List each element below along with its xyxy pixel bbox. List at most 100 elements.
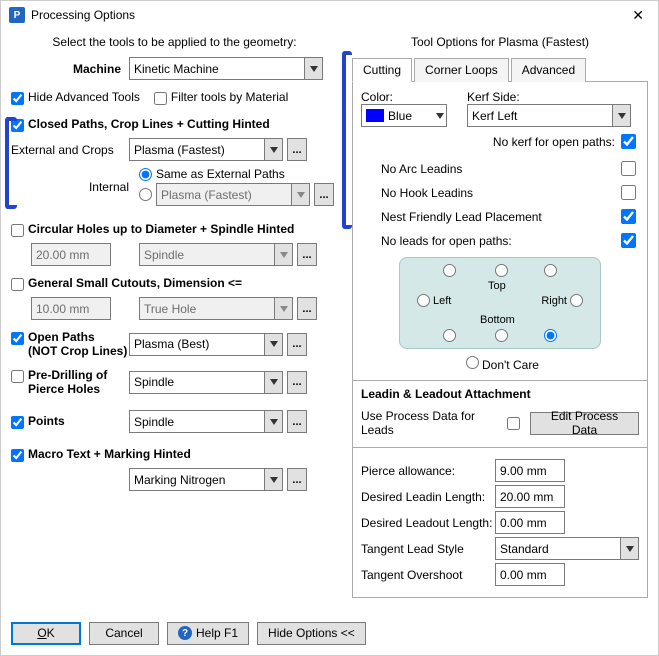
lead-pos-bc-radio[interactable] bbox=[495, 329, 508, 342]
chevron-down-icon bbox=[264, 411, 282, 432]
lead-pos-br-radio[interactable] bbox=[544, 329, 557, 342]
no-kerf-open-checkbox[interactable] bbox=[621, 134, 636, 149]
predrill-label-2: Pierce Holes bbox=[28, 382, 100, 396]
chevron-down-icon bbox=[304, 58, 322, 79]
external-tool-select[interactable]: Plasma (Fastest) bbox=[129, 138, 283, 161]
lead-pos-tc-radio[interactable] bbox=[495, 264, 508, 277]
internal-tool-radio[interactable] bbox=[139, 188, 152, 201]
leadin-leadout-header: Leadin & Leadout Attachment bbox=[353, 380, 647, 401]
leadin-length-label: Desired Leadin Length: bbox=[361, 490, 495, 504]
filter-material-label: Filter tools by Material bbox=[171, 90, 288, 104]
circular-tool-select: Spindle bbox=[139, 243, 293, 266]
nest-friendly-checkbox[interactable] bbox=[621, 209, 636, 224]
circular-options-button[interactable]: ... bbox=[297, 243, 317, 266]
no-hook-checkbox[interactable] bbox=[621, 185, 636, 200]
kerf-side-select[interactable]: Kerf Left bbox=[467, 104, 631, 127]
lead-pos-tl-radio[interactable] bbox=[443, 264, 456, 277]
bracket-icon bbox=[342, 51, 352, 229]
predrill-label-1: Pre-Drilling of bbox=[28, 368, 107, 382]
points-options-button[interactable]: ... bbox=[287, 410, 307, 433]
open-paths-tool-select[interactable]: Plasma (Best) bbox=[129, 333, 283, 356]
pos-right-label: Right bbox=[541, 295, 567, 307]
hide-advanced-checkbox[interactable] bbox=[11, 92, 24, 105]
hide-options-button[interactable]: Hide Options << bbox=[257, 622, 366, 645]
open-paths-checkbox[interactable] bbox=[11, 332, 24, 345]
general-tool-select: True Hole bbox=[139, 297, 293, 320]
internal-label: Internal bbox=[11, 180, 139, 194]
general-small-label: General Small Cutouts, Dimension <= bbox=[28, 276, 242, 290]
leadout-length-input[interactable]: 0.00 mm bbox=[495, 511, 565, 534]
machine-value: Kinetic Machine bbox=[134, 62, 219, 76]
external-crops-label: External and Crops bbox=[11, 143, 129, 157]
pos-top-label: Top bbox=[488, 280, 506, 292]
leadout-length-label: Desired Leadout Length: bbox=[361, 516, 495, 530]
no-leads-open-checkbox[interactable] bbox=[621, 233, 636, 248]
points-checkbox[interactable] bbox=[11, 416, 24, 429]
closed-paths-label: Closed Paths, Crop Lines + Cutting Hinte… bbox=[28, 117, 270, 131]
macro-options-button[interactable]: ... bbox=[287, 468, 307, 491]
internal-tool-value: Plasma (Fastest) bbox=[161, 188, 252, 202]
color-select[interactable]: Blue bbox=[361, 104, 447, 127]
kerf-side-label: Kerf Side: bbox=[467, 90, 639, 104]
macro-text-label: Macro Text + Marking Hinted bbox=[28, 447, 191, 461]
lead-pos-tr-radio[interactable] bbox=[544, 264, 557, 277]
general-options-button[interactable]: ... bbox=[297, 297, 317, 320]
use-process-checkbox[interactable] bbox=[507, 417, 520, 430]
predrill-tool-select[interactable]: Spindle bbox=[129, 371, 283, 394]
open-paths-options-button[interactable]: ... bbox=[287, 333, 307, 356]
help-button[interactable]: ?Help F1 bbox=[167, 622, 249, 645]
close-icon[interactable]: ✕ bbox=[626, 7, 650, 24]
tab-corner-loops[interactable]: Corner Loops bbox=[414, 58, 509, 82]
lead-pos-right-radio[interactable] bbox=[570, 294, 583, 307]
macro-text-checkbox[interactable] bbox=[11, 449, 24, 462]
cancel-button[interactable]: Cancel bbox=[89, 622, 159, 645]
chevron-down-icon bbox=[612, 105, 630, 126]
chevron-down-icon bbox=[264, 372, 282, 393]
color-value: Blue bbox=[388, 109, 412, 123]
points-tool-select[interactable]: Spindle bbox=[129, 410, 283, 433]
no-arc-checkbox[interactable] bbox=[621, 161, 636, 176]
use-process-label: Use Process Data for Leads bbox=[361, 409, 497, 437]
tangent-style-select[interactable]: Standard bbox=[495, 537, 639, 560]
left-header: Select the tools to be applied to the ge… bbox=[11, 35, 338, 49]
tangent-style-label: Tangent Lead Style bbox=[361, 542, 495, 556]
chevron-down-icon bbox=[620, 538, 638, 559]
lead-pos-bl-radio[interactable] bbox=[443, 329, 456, 342]
leadin-length-input[interactable]: 20.00 mm bbox=[495, 485, 565, 508]
dont-care-label: Don't Care bbox=[482, 358, 539, 372]
chevron-down-icon bbox=[436, 108, 444, 122]
general-small-checkbox[interactable] bbox=[11, 278, 24, 291]
circular-diameter-input: 20.00 mm bbox=[31, 243, 111, 266]
lead-position-box: Top Left Right Bottom bbox=[399, 257, 601, 349]
predrill-checkbox[interactable] bbox=[11, 370, 24, 383]
lead-pos-left-radio[interactable] bbox=[417, 294, 430, 307]
color-label: Color: bbox=[361, 90, 447, 104]
dont-care-radio[interactable] bbox=[466, 356, 479, 369]
external-options-button[interactable]: ... bbox=[287, 138, 307, 161]
filter-material-checkbox[interactable] bbox=[154, 92, 167, 105]
chevron-down-icon bbox=[291, 184, 309, 205]
pierce-allowance-input[interactable]: 9.00 mm bbox=[495, 459, 565, 482]
no-hook-label: No Hook Leadins bbox=[381, 186, 617, 200]
app-icon: P bbox=[9, 7, 25, 23]
same-as-external-label: Same as External Paths bbox=[156, 167, 285, 181]
external-tool-value: Plasma (Fastest) bbox=[134, 143, 225, 157]
predrill-options-button[interactable]: ... bbox=[287, 371, 307, 394]
internal-options-button[interactable]: ... bbox=[314, 183, 334, 206]
tangent-overshoot-input[interactable]: 0.00 mm bbox=[495, 563, 565, 586]
macro-tool-select[interactable]: Marking Nitrogen bbox=[129, 468, 283, 491]
internal-tool-select: Plasma (Fastest) bbox=[156, 183, 310, 206]
ok-button[interactable]: OOKK bbox=[11, 622, 81, 645]
pos-left-label: Left bbox=[433, 295, 451, 307]
no-kerf-open-label: No kerf for open paths: bbox=[493, 135, 615, 149]
edit-process-button[interactable]: Edit Process Data bbox=[530, 412, 639, 435]
machine-select[interactable]: Kinetic Machine bbox=[129, 57, 323, 80]
tab-cutting[interactable]: Cutting bbox=[352, 58, 412, 82]
tab-advanced[interactable]: Advanced bbox=[511, 58, 586, 82]
nest-friendly-label: Nest Friendly Lead Placement bbox=[381, 210, 617, 224]
circular-holes-checkbox[interactable] bbox=[11, 224, 24, 237]
window-title: Processing Options bbox=[31, 8, 626, 22]
same-as-external-radio[interactable] bbox=[139, 168, 152, 181]
chevron-down-icon bbox=[264, 469, 282, 490]
color-swatch bbox=[366, 109, 384, 122]
